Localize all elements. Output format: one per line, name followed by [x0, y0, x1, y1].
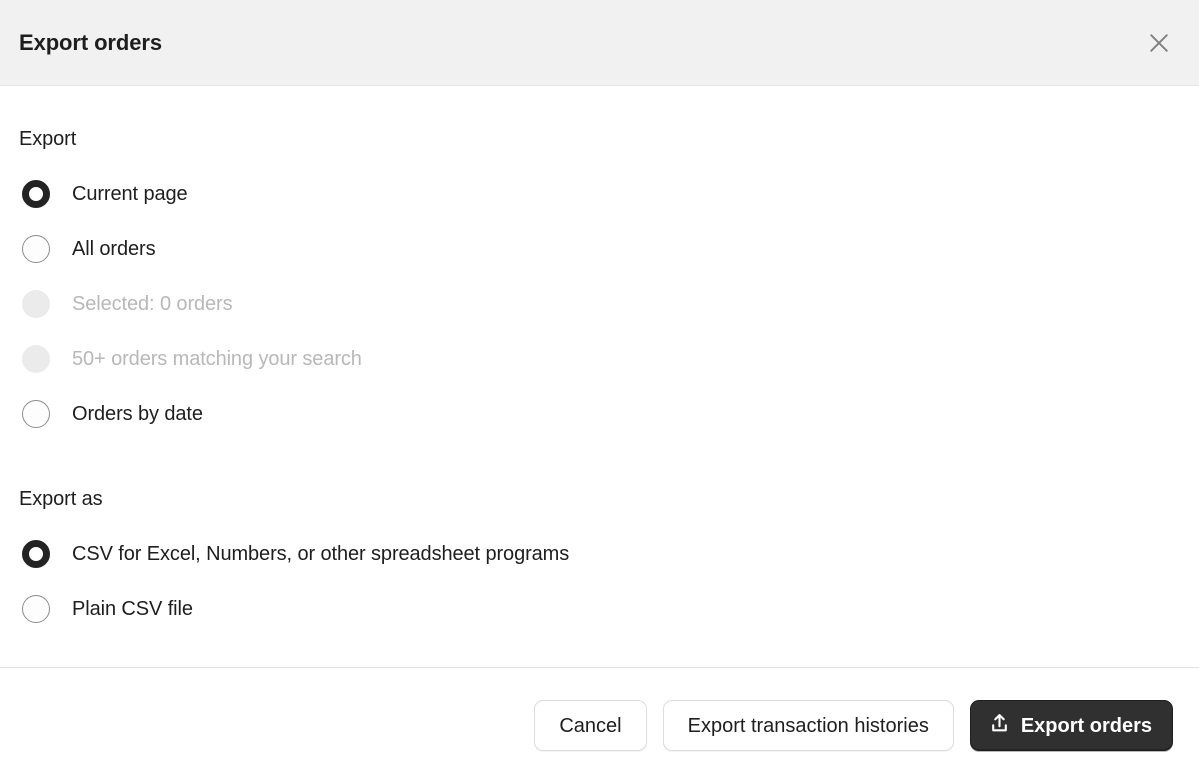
- option-label-plain-csv: Plain CSV file: [72, 597, 193, 620]
- radio-orders-by-date[interactable]: [22, 399, 50, 428]
- export-orders-modal: Export orders Export Current page All or: [0, 0, 1199, 783]
- option-all-orders[interactable]: All orders: [19, 221, 1180, 276]
- radio-all-orders[interactable]: [22, 234, 50, 263]
- radio-orders-matching-search: [22, 344, 50, 373]
- modal-footer: Cancel Export transaction histories Expo…: [0, 667, 1199, 783]
- section-heading-export-as: Export as: [19, 488, 103, 510]
- export-orders-button[interactable]: Export orders: [969, 700, 1173, 751]
- option-orders-by-date[interactable]: Orders by date: [19, 386, 1180, 441]
- section-export: Export Current page All orders Selected:…: [19, 86, 1180, 441]
- export-scope-radio-group: Current page All orders Selected: 0 orde…: [19, 166, 1180, 441]
- section-export-as: Export as CSV for Excel, Numbers, or oth…: [19, 441, 1180, 636]
- export-orders-button-label: Export orders: [1020, 714, 1152, 737]
- radio-current-page[interactable]: [22, 179, 50, 208]
- option-label-orders-by-date: Orders by date: [72, 402, 203, 425]
- modal-body: Export Current page All orders Selected:…: [0, 86, 1199, 667]
- option-orders-matching-search: 50+ orders matching your search: [19, 331, 1180, 386]
- radio-selected-orders: [22, 289, 50, 318]
- section-heading-export: Export: [19, 128, 77, 150]
- close-button[interactable]: [1140, 24, 1178, 62]
- cancel-button[interactable]: Cancel: [534, 700, 647, 751]
- option-plain-csv[interactable]: Plain CSV file: [19, 581, 1180, 636]
- option-current-page[interactable]: Current page: [19, 166, 1180, 221]
- modal-title: Export orders: [19, 29, 162, 55]
- option-selected-orders: Selected: 0 orders: [19, 276, 1180, 331]
- option-label-all-orders: All orders: [72, 237, 156, 260]
- close-icon: [1148, 32, 1170, 54]
- option-label-current-page: Current page: [72, 182, 188, 205]
- option-label-orders-matching-search: 50+ orders matching your search: [72, 347, 362, 370]
- export-format-radio-group: CSV for Excel, Numbers, or other spreads…: [19, 526, 1180, 636]
- option-label-csv-for-excel: CSV for Excel, Numbers, or other spreads…: [72, 542, 570, 565]
- export-transaction-histories-button[interactable]: Export transaction histories: [662, 700, 954, 751]
- option-label-selected-orders: Selected: 0 orders: [72, 292, 233, 315]
- option-csv-for-excel[interactable]: CSV for Excel, Numbers, or other spreads…: [19, 526, 1180, 581]
- radio-plain-csv[interactable]: [22, 594, 50, 623]
- upload-export-icon: [988, 712, 1011, 739]
- modal-header: Export orders: [0, 0, 1199, 86]
- radio-csv-for-excel[interactable]: [22, 539, 50, 568]
